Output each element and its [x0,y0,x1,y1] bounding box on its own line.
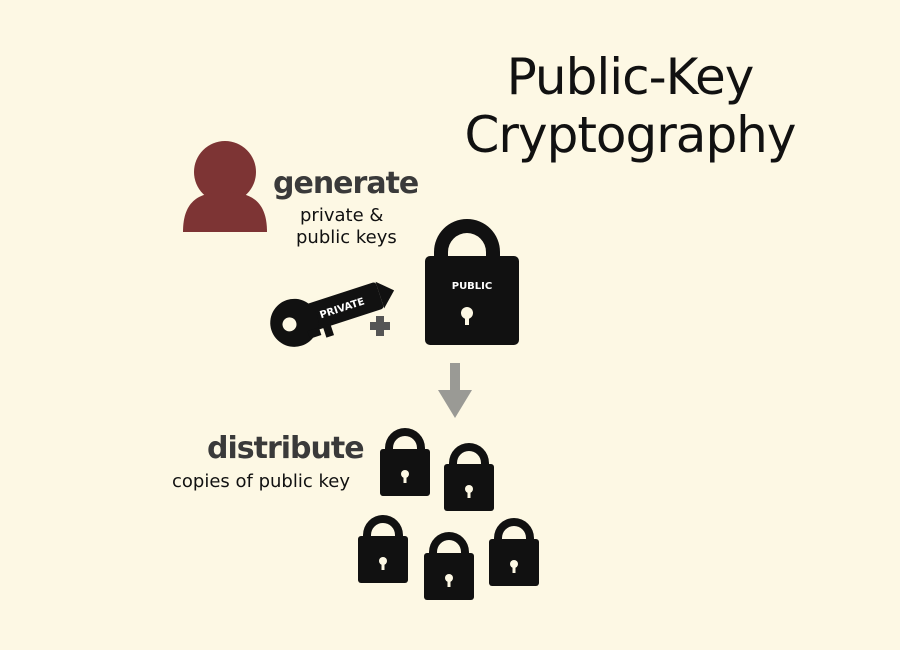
generate-subtext-line-1: private & [300,205,384,226]
public-lock-label: PUBLIC [452,281,493,292]
person-icon [183,141,267,232]
small-padlock-icon [380,428,430,496]
generate-subtext-line-2: public keys [296,227,397,248]
small-padlock-icon [358,515,408,583]
plus-icon [370,316,390,336]
small-padlock-icon [444,443,494,511]
distribute-heading: distribute [207,431,365,466]
private-key-icon: PRIVATE [270,281,395,347]
small-padlock-icon [424,532,474,600]
small-padlock-icon [489,518,539,586]
distribute-subtext: copies of public key [172,471,350,492]
down-arrow-icon [438,363,472,418]
generate-heading: generate [273,166,419,201]
diagram-canvas: PRIVATE PUBLIC [183,141,539,600]
public-padlock-icon: PUBLIC [425,219,519,345]
